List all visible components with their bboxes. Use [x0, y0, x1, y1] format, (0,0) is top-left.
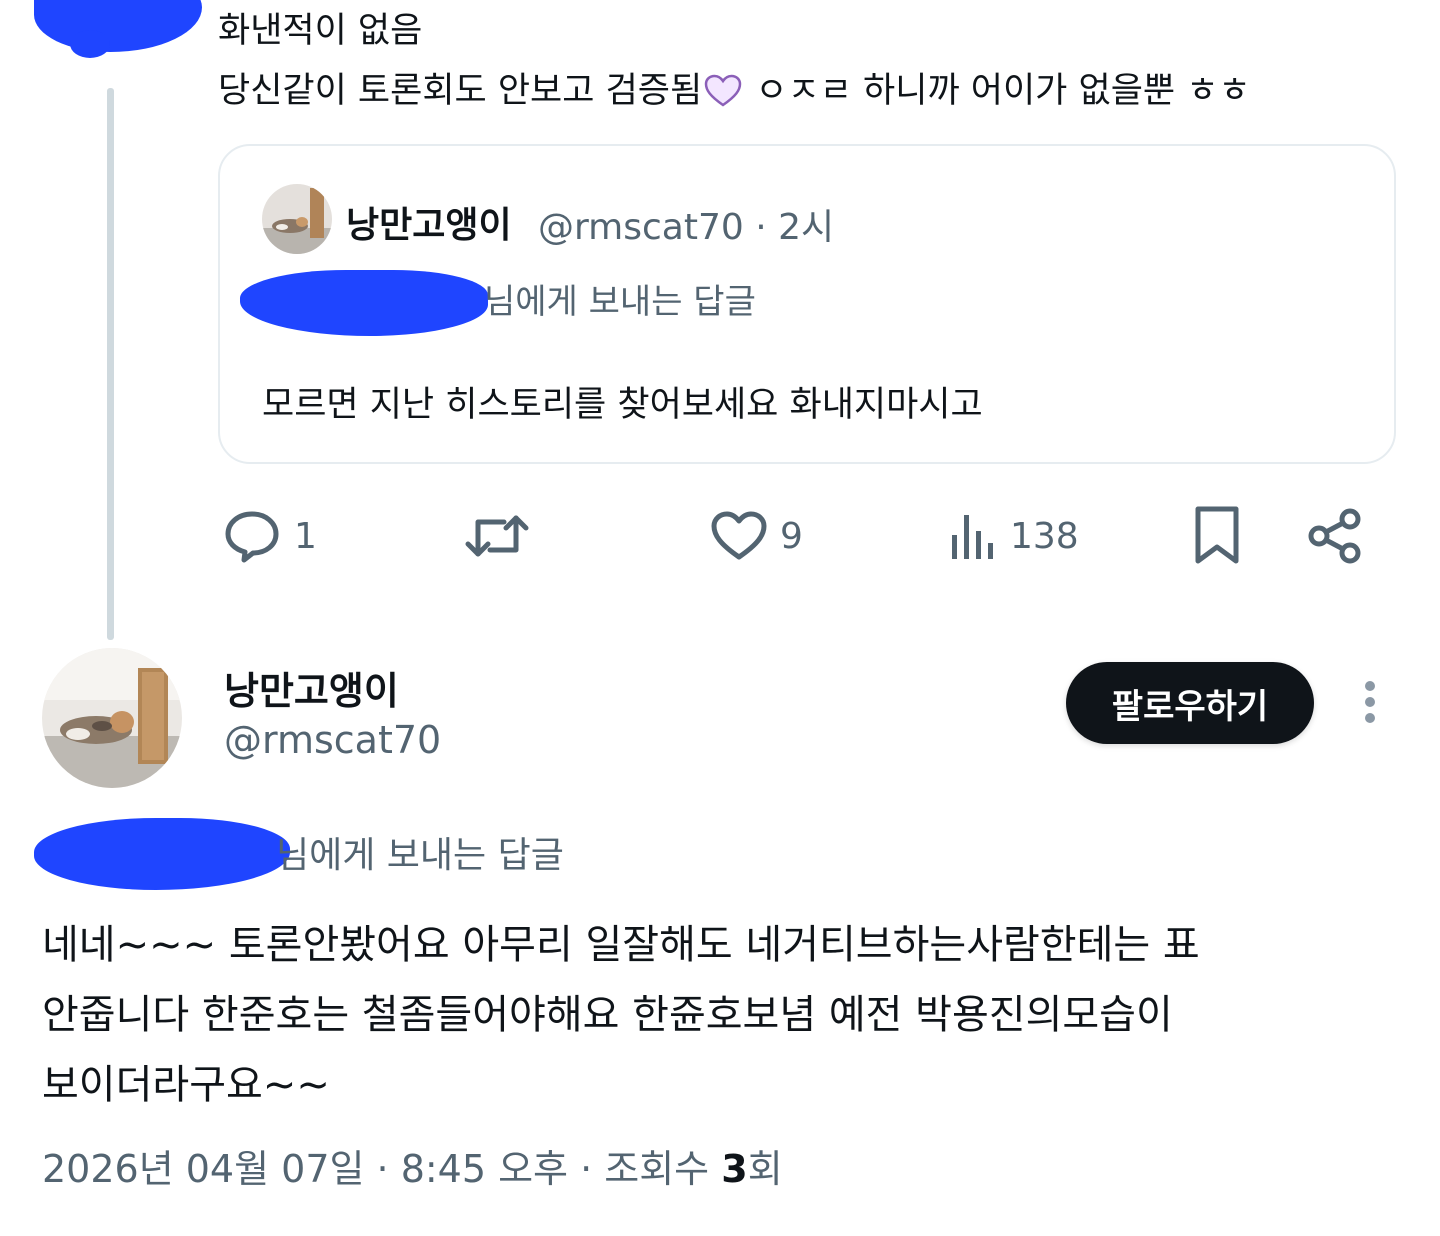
views-count: 138	[1010, 515, 1079, 557]
share-icon	[1308, 508, 1361, 564]
quote-handle: @rmscat70	[538, 207, 744, 248]
redacted-username-scribble-main	[34, 818, 290, 890]
parent-post-line-2: 당신같이 토론회도 안보고 검증됨 ㅇㅈㄹ 하니까 어이가 없을뿐 ㅎㅎ	[218, 70, 1251, 118]
author-avatar[interactable]	[42, 648, 182, 788]
quote-replying-to: 님에게 보내는 답글	[484, 282, 756, 322]
author-handle[interactable]: @rmscat70	[224, 718, 441, 762]
quote-author-handle-time: @rmscat70 · 2시	[538, 198, 834, 250]
parent-post-line-2-start: 당신같이 토론회도 안보고 검증됨	[218, 71, 703, 111]
main-replying-to: 님에게 보내는 답글	[276, 835, 564, 876]
post-datetime: 2026년 04월 07일 · 8:45 오후 · 조회수	[42, 1147, 722, 1191]
retweet-button[interactable]	[464, 506, 542, 566]
retweet-icon	[465, 515, 529, 557]
parent-post-line-1: 화낸적이 없음	[218, 11, 423, 51]
thread-connector-line	[107, 88, 114, 640]
main-post-text: 네네~~~ 토론안봤어요 아무리 일잘해도 네거티브하는사람한테는 표 안줍니다…	[42, 910, 1402, 1120]
share-button[interactable]	[1306, 506, 1364, 566]
quote-author-name[interactable]: 낭만고앵이	[346, 196, 512, 248]
author-name[interactable]: 낭만고앵이	[224, 660, 399, 715]
post-meta: 2026년 04월 07일 · 8:45 오후 · 조회수 3회	[42, 1138, 783, 1193]
main-post-line-3: 보이더라구요~~	[42, 1062, 330, 1108]
more-options-icon[interactable]	[1360, 680, 1380, 728]
bookmark-icon	[1195, 506, 1239, 564]
like-button[interactable]: 9	[710, 506, 803, 566]
post-views-number: 3	[721, 1147, 748, 1191]
views-button[interactable]: 138	[948, 506, 1079, 566]
main-post-line-1: 네네~~~ 토론안봤어요 아무리 일잘해도 네거티브하는사람한테는 표	[42, 922, 1200, 968]
quote-body-text: 모르면 지난 히스토리를 찾어보세요 화내지마시고	[262, 385, 983, 425]
redacted-avatar-scribble	[34, 0, 202, 52]
heart-icon	[711, 511, 767, 560]
quote-avatar[interactable]	[262, 184, 332, 254]
bookmark-button[interactable]	[1192, 506, 1242, 566]
parent-post-line-2-end: ㅇㅈㄹ 하니까 어이가 없을뿐 ㅎㅎ	[744, 71, 1251, 111]
quote-time: · 2시	[743, 207, 835, 248]
main-post-line-2: 안줍니다 한준호는 철좀들어야해요 한쥰호보념 예전 박용진의모습이	[42, 992, 1173, 1038]
post-views-suffix: 회	[747, 1147, 783, 1191]
reply-count: 1	[294, 515, 317, 557]
like-count: 9	[780, 515, 803, 557]
redacted-avatar-scribble-tail	[70, 30, 110, 58]
reply-button[interactable]: 1	[222, 506, 317, 566]
follow-button[interactable]: 팔로우하기	[1066, 662, 1314, 744]
reply-icon	[225, 511, 279, 563]
lavender-heart-icon	[704, 74, 742, 118]
quoted-reply-card[interactable]: 낭만고앵이 @rmscat70 · 2시 님에게 보내는 답글 모르면 지난 히…	[218, 144, 1396, 464]
redacted-username-scribble	[240, 270, 488, 336]
views-icon	[952, 515, 993, 559]
